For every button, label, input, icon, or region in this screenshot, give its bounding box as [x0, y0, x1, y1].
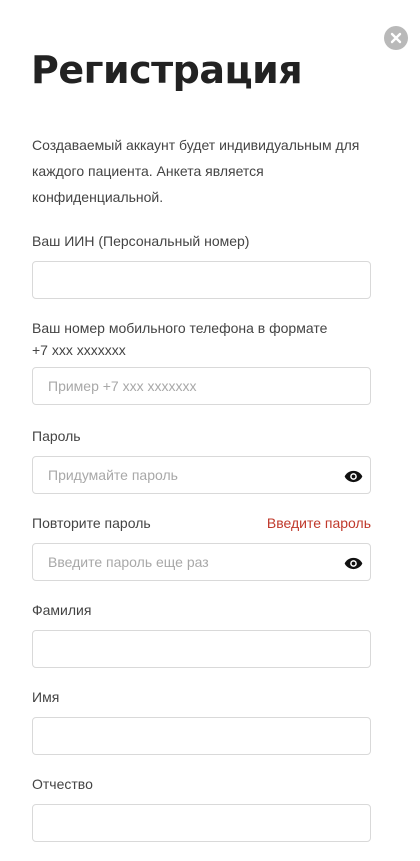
- intro-text: Создаваемый аккаунт будет индивидуальным…: [32, 137, 360, 205]
- phone-input-box: [32, 367, 371, 405]
- middle-name-label: Отчество: [32, 776, 93, 792]
- password-repeat-error: Введите пароль: [266, 515, 371, 531]
- first-name-input[interactable]: [33, 718, 370, 754]
- last-name-field-group: Фамилия: [32, 599, 371, 668]
- first-name-input-box: [32, 717, 371, 755]
- middle-name-field-group: Отчество: [32, 773, 371, 842]
- last-name-label: Фамилия: [32, 602, 92, 618]
- password-repeat-label: Повторите пароль: [32, 515, 151, 531]
- first-name-field-group: Имя: [32, 686, 371, 755]
- eye-icon: [344, 557, 362, 569]
- phone-field-group: Ваш номер мобильного телефона в формате …: [32, 317, 371, 405]
- last-name-input[interactable]: [33, 631, 370, 667]
- iin-label: Ваш ИИН (Персональный номер): [32, 233, 250, 249]
- phone-label-line2: +7 xxx xxxxxxx: [32, 342, 126, 358]
- show-password-toggle[interactable]: [343, 466, 363, 486]
- show-password-repeat-toggle[interactable]: [343, 553, 363, 573]
- password-label: Пароль: [32, 428, 81, 444]
- middle-name-input-box: [32, 804, 371, 842]
- password-repeat-field-group: Повторите пароль Введите пароль: [32, 512, 371, 581]
- phone-input[interactable]: [33, 368, 370, 404]
- password-field-group: Пароль: [32, 425, 371, 494]
- last-name-input-box: [32, 630, 371, 668]
- password-input[interactable]: [33, 457, 370, 493]
- iin-field-group: Ваш ИИН (Персональный номер): [32, 230, 371, 299]
- phone-label-line1: Ваш номер мобильного телефона в формате: [32, 320, 328, 336]
- iin-input[interactable]: [33, 262, 370, 298]
- page-title: Регистрация: [31, 48, 303, 92]
- first-name-label: Имя: [32, 689, 60, 705]
- close-icon: [390, 32, 402, 44]
- middle-name-input[interactable]: [33, 805, 370, 841]
- iin-input-box: [32, 261, 371, 299]
- password-repeat-input-box: [32, 543, 371, 581]
- eye-icon: [344, 470, 362, 482]
- password-repeat-input[interactable]: [33, 544, 370, 580]
- password-input-box: [32, 456, 371, 494]
- close-button[interactable]: [384, 26, 408, 50]
